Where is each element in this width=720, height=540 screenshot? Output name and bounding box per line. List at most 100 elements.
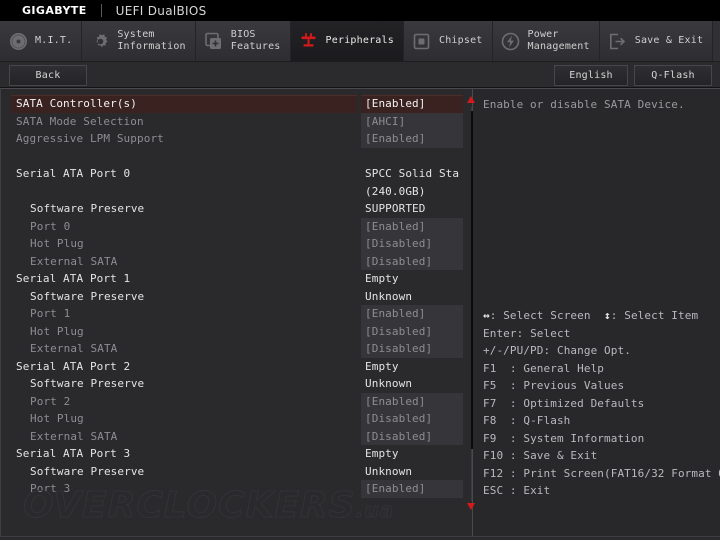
- legend-key: ESC: [483, 484, 510, 497]
- scroll-up-indicator[interactable]: [467, 96, 476, 105]
- settings-row[interactable]: Port 2[Enabled]: [11, 393, 463, 411]
- settings-row[interactable]: [11, 148, 463, 166]
- tab-system-information[interactable]: System Information: [82, 21, 195, 61]
- settings-row[interactable]: External SATA [Disabled]: [11, 253, 463, 271]
- settings-row[interactable]: Aggressive LPM Support [Enabled]: [11, 130, 463, 148]
- language-button[interactable]: English: [554, 65, 628, 86]
- legend-key: F12: [483, 467, 510, 480]
- settings-row[interactable]: Serial ATA Port 1Empty: [11, 270, 463, 288]
- setting-label: SATA Controller(s): [11, 97, 137, 110]
- setting-value: Unknown: [361, 375, 463, 393]
- legend-key: Enter: [483, 327, 517, 340]
- legend-line: F12 : Print Screen(FAT16/32 Format Only): [483, 465, 720, 483]
- tab-peripherals[interactable]: Peripherals: [291, 21, 404, 61]
- legend-line: F9 : System Information: [483, 430, 720, 448]
- setting-label: Aggressive LPM Support: [11, 132, 164, 145]
- help-description: Enable or disable SATA Device.: [483, 97, 714, 112]
- legend-gap: [591, 309, 604, 322]
- settings-row[interactable]: SATA Controller(s) [Enabled]: [11, 95, 463, 113]
- setting-value[interactable]: [Disabled]: [361, 235, 463, 253]
- main-tab-bar: M.I.T. System Information BIOS Features: [0, 21, 720, 62]
- setting-value: Empty: [361, 445, 463, 463]
- setting-value[interactable]: [Enabled]: [361, 218, 463, 236]
- settings-row[interactable]: External SATA [Disabled]: [11, 340, 463, 358]
- setting-value[interactable]: [Enabled]: [361, 480, 463, 498]
- settings-row[interactable]: Software Preserve Unknown: [11, 375, 463, 393]
- settings-row[interactable]: Hot Plug [Disabled]: [11, 323, 463, 341]
- settings-row[interactable]: SATA Mode Selection[AHCI]: [11, 113, 463, 131]
- settings-row[interactable]: Serial ATA Port 3 Empty: [11, 445, 463, 463]
- legend-action: Optimized Defaults: [523, 397, 644, 410]
- settings-row[interactable]: External SATA[Disabled]: [11, 428, 463, 446]
- settings-row[interactable]: Software PreserveUnknown: [11, 288, 463, 306]
- settings-row[interactable]: Software PreserveSUPPORTED: [11, 200, 463, 218]
- setting-value[interactable]: [Disabled]: [361, 323, 463, 341]
- tab-bios-features[interactable]: BIOS Features: [196, 21, 291, 61]
- setting-label: External SATA: [11, 342, 117, 355]
- setting-label: Serial ATA Port 2: [11, 360, 130, 373]
- setting-value: Unknown: [361, 463, 463, 481]
- legend-key: +/-/PU/PD: [483, 344, 544, 357]
- legend-line: ESC : Exit: [483, 482, 720, 500]
- setting-label: Hot Plug: [11, 412, 84, 425]
- setting-value[interactable]: [AHCI]: [361, 113, 463, 131]
- legend-line: F10 : Save & Exit: [483, 447, 720, 465]
- setting-value: SPCC Solid Sta: [361, 165, 463, 183]
- legend-action: Select: [530, 327, 570, 340]
- settings-row[interactable]: Serial ATA Port 2 Empty: [11, 358, 463, 376]
- setting-label: Serial ATA Port 3: [11, 447, 130, 460]
- settings-row[interactable]: Port 3[Enabled]: [11, 480, 463, 498]
- setting-value[interactable]: [Disabled]: [361, 410, 463, 428]
- legend-action: General Help: [523, 362, 604, 375]
- help-panel: Enable or disable SATA Device. ↔: Select…: [472, 88, 720, 540]
- legend-line: ↔: Select Screen ↕: Select Item: [483, 307, 720, 325]
- setting-value[interactable]: [Enabled]: [361, 393, 463, 411]
- brand-bar: GIGABYTE UEFI DualBIOS: [0, 0, 720, 21]
- setting-label: Software Preserve: [11, 377, 144, 390]
- scroll-down-indicator[interactable]: [467, 503, 476, 512]
- uefi-dualbios-label: UEFI DualBIOS: [116, 4, 207, 18]
- legend-key: F8: [483, 414, 510, 427]
- settings-row[interactable]: Hot Plug [Disabled]: [11, 235, 463, 253]
- legend-key-secondary: ↕: [604, 309, 611, 322]
- legend-separator: :: [510, 379, 523, 392]
- settings-row[interactable]: Port 0[Enabled]: [11, 218, 463, 236]
- scrollbar-thumb[interactable]: [471, 111, 473, 449]
- plug-icon: [299, 31, 319, 51]
- tab-chipset[interactable]: Chipset: [404, 21, 493, 61]
- legend-line: F8 : Q-Flash: [483, 412, 720, 430]
- setting-value[interactable]: [Enabled]: [361, 305, 463, 323]
- setting-label: Hot Plug: [11, 325, 84, 338]
- setting-label: External SATA: [11, 255, 117, 268]
- setting-label: Software Preserve: [11, 290, 144, 303]
- setting-value: Empty: [361, 270, 463, 288]
- legend-action: Save & Exit: [523, 449, 597, 462]
- legend-separator: :: [510, 484, 523, 497]
- setting-value: Empty: [361, 358, 463, 376]
- tab-label-mit: M.I.T.: [35, 35, 72, 47]
- tab-mit[interactable]: M.I.T.: [0, 21, 82, 61]
- tab-label-bios-features: BIOS Features: [231, 29, 281, 53]
- tab-power-management[interactable]: Power Management: [493, 21, 600, 61]
- tab-label-chipset: Chipset: [439, 35, 483, 47]
- setting-label: Hot Plug: [11, 237, 84, 250]
- setting-value[interactable]: [Disabled]: [361, 340, 463, 358]
- settings-row[interactable]: Port 1[Enabled]: [11, 305, 463, 323]
- setting-value[interactable]: [Disabled]: [361, 428, 463, 446]
- qflash-button[interactable]: Q-Flash: [634, 65, 712, 86]
- setting-value[interactable]: [Disabled]: [361, 253, 463, 271]
- tab-save-and-exit[interactable]: Save & Exit: [600, 21, 713, 61]
- settings-row[interactable]: Software PreserveUnknown: [11, 463, 463, 481]
- chipset-icon: [412, 31, 432, 51]
- settings-row[interactable]: Hot Plug [Disabled]: [11, 410, 463, 428]
- sub-toolbar: Back English Q-Flash: [0, 62, 720, 88]
- setting-value[interactable]: [Enabled]: [361, 130, 463, 148]
- settings-row[interactable]: Serial ATA Port 0SPCC Solid Sta: [11, 165, 463, 183]
- setting-value: [361, 148, 463, 166]
- settings-row[interactable]: (240.0GB): [11, 183, 463, 201]
- back-button[interactable]: Back: [9, 65, 87, 86]
- legend-key: ↔: [483, 309, 490, 322]
- legend-separator: :: [510, 432, 523, 445]
- tab-label-system-information: System Information: [117, 29, 185, 53]
- setting-value[interactable]: [Enabled]: [361, 95, 463, 113]
